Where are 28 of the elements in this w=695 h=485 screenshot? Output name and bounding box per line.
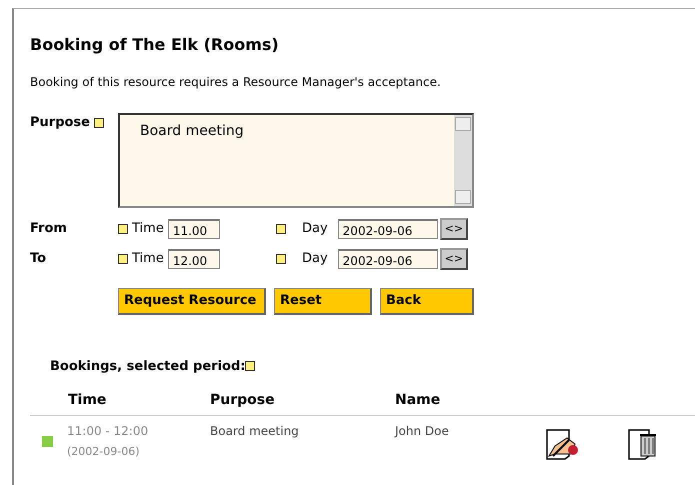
table-cell-text: (2002-09-06) [67, 444, 141, 460]
date-field[interactable]: 2002-09-06 [338, 249, 438, 269]
field-label: Time [132, 220, 164, 238]
time-field[interactable]: 11.00 [168, 219, 220, 239]
table-cell: Board meeting [210, 424, 299, 438]
date-field[interactable]: 2002-09-06 [338, 219, 438, 239]
form-button[interactable]: Reset [274, 288, 372, 314]
section-title: Bookings, selected period: [50, 358, 246, 376]
field-label: Time [132, 250, 164, 268]
page-title: Booking of The Elk (Rooms) [30, 34, 280, 56]
field-label: Day [302, 220, 328, 238]
notice-text: Booking of this resource requires a Resource Manager's acceptance. [30, 74, 442, 91]
column-header: Name [395, 392, 440, 408]
field-label: To [30, 251, 46, 266]
table-cell: John Doe [395, 424, 449, 438]
date-picker-button[interactable]: <> [440, 248, 468, 270]
time-field[interactable]: 12.00 [168, 249, 220, 269]
table-cell-text: 11:00 - 12:00 [67, 423, 148, 440]
form-button[interactable]: Request Resource [118, 288, 266, 314]
field-label: Purpose [30, 114, 90, 132]
column-header: Purpose [210, 392, 275, 408]
edit-document-icon[interactable] [545, 428, 579, 460]
date-picker-button[interactable]: <> [440, 218, 468, 240]
field-label: From [30, 221, 67, 236]
form-button[interactable]: Back [380, 288, 474, 314]
column-header: Time [68, 392, 106, 408]
field-label: Day [302, 250, 328, 268]
delete-document-icon[interactable] [627, 428, 659, 460]
